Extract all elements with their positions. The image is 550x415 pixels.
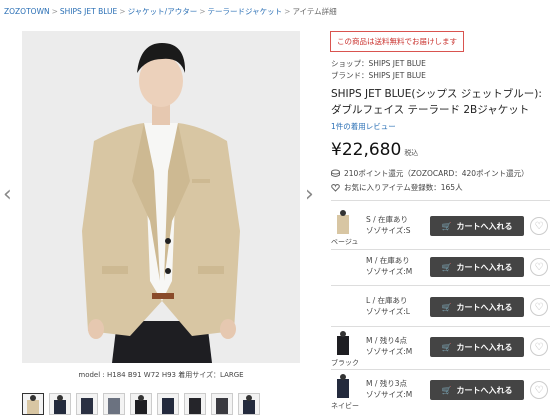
variant-stock: M / 残り4点	[366, 336, 408, 345]
shop-name[interactable]: ショップ：SHIPS JET BLUE	[331, 58, 426, 69]
color-swatch-navy	[337, 374, 349, 398]
divider	[331, 285, 550, 286]
breadcrumb-separator: >	[51, 7, 58, 16]
model-caption: model : H184 B91 W72 H93 着用サイズ：LARGE	[78, 371, 244, 379]
breadcrumb-separator: >	[199, 7, 206, 16]
breadcrumb-category[interactable]: ジャケット/アウター	[128, 7, 198, 16]
thumbnail-dark[interactable]	[211, 393, 233, 415]
thumbnail-navy-model[interactable]	[49, 393, 71, 415]
breadcrumb-current: アイテム詳細	[292, 7, 337, 16]
add-to-cart-label: カートへ入れる	[456, 302, 513, 312]
coin-stack-icon	[331, 169, 340, 177]
divider	[331, 369, 550, 370]
add-to-cart-button[interactable]: 🛒 カートへ入れる	[430, 297, 524, 317]
variant-size: ゾゾサイズ:L	[366, 307, 410, 316]
thumbnail-gray[interactable]	[103, 393, 125, 415]
cart-icon: 🛒	[441, 385, 452, 395]
variant-row-beige-m: M / 在庫あり ゾゾサイズ:M	[366, 255, 412, 277]
variant-row-navy-m: M / 残り3点 ゾゾサイズ:M	[366, 378, 412, 400]
thumbnail-navy-2[interactable]	[157, 393, 179, 415]
breadcrumb: ZOZOTOWN > SHIPS JET BLUE > ジャケット/アウター > テーラード…	[4, 6, 337, 17]
add-to-cart-label: カートへ入れる	[456, 342, 513, 352]
add-to-cart-button[interactable]: 🛒 カートへ入れる	[430, 257, 524, 277]
color-swatch-beige	[337, 210, 349, 234]
chevron-left-icon[interactable]: ‹	[3, 184, 12, 206]
divider	[331, 326, 550, 327]
favorite-heart-icon[interactable]: ♡	[530, 298, 548, 316]
thumbnail-strip	[22, 393, 260, 415]
add-to-cart-label: カートへ入れる	[456, 385, 513, 395]
variant-stock: L / 在庫あり	[366, 296, 408, 305]
heart-outline-icon	[331, 183, 340, 192]
color-label-navy: ネイビー	[331, 402, 359, 410]
thumbnail-navy-3[interactable]	[238, 393, 260, 415]
thumbnail-black-2[interactable]	[184, 393, 206, 415]
variant-stock: S / 在庫あり	[366, 215, 409, 224]
variant-size: ゾゾサイズ:M	[366, 390, 413, 399]
variant-row-beige-s: S / 在庫あり ゾゾサイズ:S	[366, 214, 411, 236]
favorites-info: お気に入りアイテム登録数：165人	[331, 182, 463, 193]
product-title: SHIPS JET BLUE(シップス ジェットブルー): ダブルフェイス テー…	[331, 88, 542, 116]
favorite-heart-icon[interactable]: ♡	[530, 217, 548, 235]
favorite-heart-icon[interactable]: ♡	[530, 338, 548, 356]
thumbnail-beige[interactable]	[22, 393, 44, 415]
breadcrumb-brand[interactable]: SHIPS JET BLUE	[60, 7, 117, 16]
add-to-cart-button[interactable]: 🛒 カートへ入れる	[430, 216, 524, 236]
cart-icon: 🛒	[441, 262, 452, 272]
breadcrumb-separator: >	[119, 7, 126, 16]
thumbnail-black[interactable]	[130, 393, 152, 415]
thumbnail-navy[interactable]	[76, 393, 98, 415]
add-to-cart-label: カートへ入れる	[456, 262, 513, 272]
variant-size: ゾゾサイズ:S	[366, 226, 411, 235]
add-to-cart-label: カートへ入れる	[456, 221, 513, 231]
cart-icon: 🛒	[441, 221, 452, 231]
color-label-black: ブラック	[331, 359, 359, 367]
divider	[331, 200, 550, 201]
add-to-cart-button[interactable]: 🛒 カートへ入れる	[430, 380, 524, 400]
cart-icon: 🛒	[441, 302, 452, 312]
product-main-photo[interactable]	[22, 31, 300, 363]
divider	[331, 249, 550, 250]
free-shipping-notice: この商品は送料無料でお届けします	[330, 31, 464, 52]
variant-stock: M / 残り3点	[366, 379, 408, 388]
brand-name[interactable]: ブランド：SHIPS JET BLUE	[331, 70, 426, 81]
variant-row-beige-l: L / 在庫あり ゾゾサイズ:L	[366, 295, 410, 317]
breadcrumb-zozotown[interactable]: ZOZOTOWN	[4, 7, 50, 16]
favorite-heart-icon[interactable]: ♡	[530, 258, 548, 276]
points-text: 210ポイント還元（ZOZOCARD：420ポイント還元）	[344, 169, 529, 178]
tax-label: 税込	[404, 149, 419, 157]
price-value: ¥22,680	[331, 140, 402, 160]
variant-size: ゾゾサイズ:M	[366, 267, 413, 276]
review-link[interactable]: 1件の着用レビュー	[331, 121, 396, 132]
cart-icon: 🛒	[441, 342, 452, 352]
variant-stock: M / 在庫あり	[366, 256, 410, 265]
price: ¥22,680 税込	[331, 140, 418, 160]
favorite-heart-icon[interactable]: ♡	[530, 381, 548, 399]
breadcrumb-subcategory[interactable]: テーラードジャケット	[208, 7, 283, 16]
model-photo-illustration	[22, 31, 300, 363]
color-label-beige: ベージュ	[331, 238, 359, 246]
variant-size: ゾゾサイズ:M	[366, 347, 413, 356]
chevron-right-icon[interactable]: ›	[305, 184, 314, 206]
add-to-cart-button[interactable]: 🛒 カートへ入れる	[430, 337, 524, 357]
breadcrumb-separator: >	[284, 7, 291, 16]
color-swatch-black	[337, 331, 349, 355]
points-info: 210ポイント還元（ZOZOCARD：420ポイント還元）	[331, 168, 529, 179]
favorites-text: お気に入りアイテム登録数：165人	[344, 183, 463, 192]
variant-row-black-m: M / 残り4点 ゾゾサイズ:M	[366, 335, 412, 357]
